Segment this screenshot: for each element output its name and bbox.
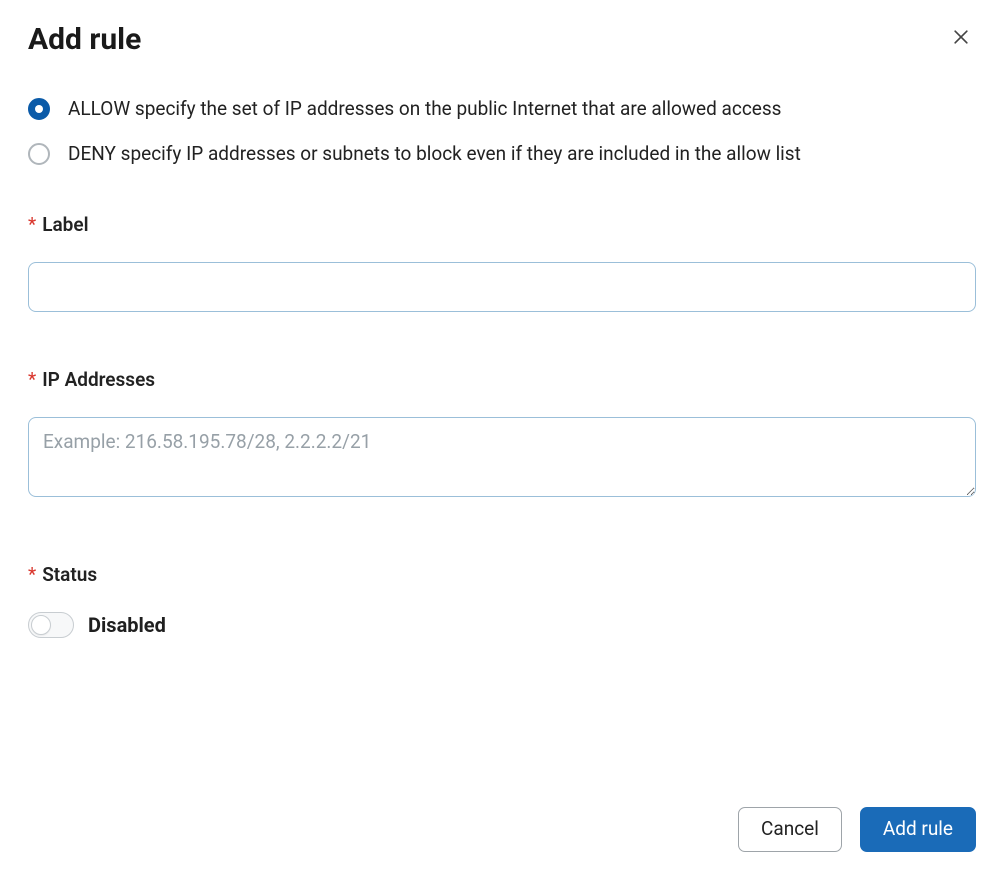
status-label: *Status — [28, 563, 976, 586]
dialog-footer: Cancel Add rule — [738, 807, 976, 852]
close-icon — [951, 27, 971, 53]
submit-button[interactable]: Add rule — [860, 807, 976, 852]
radio-icon — [28, 98, 50, 120]
required-asterisk: * — [28, 213, 36, 236]
rule-type-allow[interactable]: ALLOW specify the set of IP addresses on… — [28, 97, 976, 120]
radio-icon — [28, 143, 50, 165]
dialog-header: Add rule — [28, 22, 976, 57]
close-button[interactable] — [946, 25, 976, 55]
label-input[interactable] — [28, 262, 976, 312]
required-asterisk: * — [28, 563, 36, 586]
dialog-title: Add rule — [28, 22, 141, 57]
rule-type-deny-label: DENY specify IP addresses or subnets to … — [68, 142, 801, 165]
status-row: Disabled — [28, 612, 976, 638]
label-field-label: *Label — [28, 213, 976, 236]
required-asterisk: * — [28, 368, 36, 391]
status-section: *Status Disabled — [28, 563, 976, 638]
rule-type-deny[interactable]: DENY specify IP addresses or subnets to … — [28, 142, 976, 165]
ip-addresses-label: *IP Addresses — [28, 368, 976, 391]
label-field-section: *Label — [28, 213, 976, 312]
rule-type-allow-label: ALLOW specify the set of IP addresses on… — [68, 97, 781, 120]
rule-type-radio-group: ALLOW specify the set of IP addresses on… — [28, 97, 976, 165]
status-text: Disabled — [88, 613, 166, 637]
status-toggle[interactable] — [28, 612, 74, 638]
cancel-button[interactable]: Cancel — [738, 807, 842, 852]
toggle-knob-icon — [31, 615, 51, 635]
ip-addresses-section: *IP Addresses — [28, 368, 976, 501]
ip-addresses-input[interactable] — [28, 417, 976, 497]
